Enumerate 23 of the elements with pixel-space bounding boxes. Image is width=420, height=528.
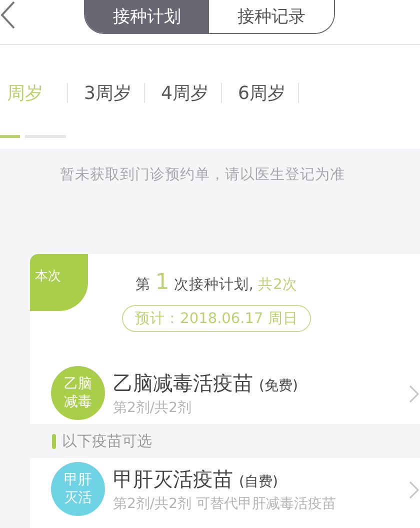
vaccine-row[interactable]: 甲肝 灭活 甲肝灭活疫苗 (自费) 第2剂/共2剂 可替代甲肝减毒活疫苗 [30, 458, 420, 520]
vaccine-badge: 乙脑 减毒 [51, 366, 105, 420]
current-badge: 本次 [30, 254, 88, 311]
dose-text: 第2剂/共2剂 [113, 398, 193, 416]
tab-indicator [0, 135, 20, 138]
vaccine-row[interactable]: 乙脑 减毒 乙脑减毒活疫苗 (免费) 第2剂/共2剂 [30, 362, 420, 424]
fee-label: (自费) [239, 472, 278, 490]
section-title: 以下疫苗可选 [62, 432, 152, 450]
fee-label: (免费) [259, 376, 298, 394]
chevron-right-icon [408, 384, 420, 404]
dose-text: 第2剂/共2剂 可替代甲肝减毒活疫苗 [113, 494, 336, 512]
plan-heading: 第 1 次接种计划, 共2次 [136, 270, 298, 295]
age-tab[interactable]: 6周岁 [238, 81, 298, 105]
vaccine-badge: 甲肝 灭活 [51, 462, 105, 516]
date-pill: 预计：2018.06.17 周日 [122, 305, 311, 332]
age-tab[interactable]: 3周岁 [84, 81, 144, 105]
age-tab[interactable]: 4周岁 [161, 81, 221, 105]
chevron-right-icon [408, 480, 420, 500]
vaccine-name: 甲肝灭活疫苗 [113, 466, 233, 492]
segment-tab[interactable]: 接种计划 [84, 0, 209, 33]
back-icon[interactable] [0, 0, 16, 30]
vaccine-name: 乙脑减毒活疫苗 [113, 370, 253, 396]
notice-text: 暂未获取到门诊预约单，请以医生登记为准 [60, 166, 346, 184]
